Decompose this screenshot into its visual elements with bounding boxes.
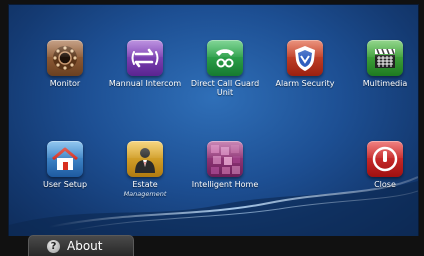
- multimedia-tile: [367, 40, 403, 76]
- manager-icon: [135, 148, 155, 173]
- transfer-arrows-icon: [131, 48, 159, 68]
- desktop-panel: Monitor Mannual Intercom Direct Call Gua…: [8, 4, 419, 238]
- mosaic-icon: [211, 145, 240, 174]
- close-tile: [367, 141, 403, 177]
- intelligent-home-tile: [207, 141, 243, 177]
- monitor-tile: [47, 40, 83, 76]
- monitor-label: Monitor: [49, 79, 81, 88]
- power-icon: [372, 146, 398, 172]
- about-tab[interactable]: ? About: [28, 235, 134, 256]
- estate-management-tile: [127, 141, 163, 177]
- handset-icon: [216, 49, 234, 68]
- direct-call-label: Direct Call Guard Unit: [190, 79, 260, 97]
- about-label: About: [67, 239, 103, 253]
- alarm-security-label: Alarm Security: [275, 79, 335, 88]
- clapperboard-icon: [375, 48, 395, 68]
- multimedia-label: Multimedia: [362, 79, 408, 88]
- direct-call-tile: [207, 40, 243, 76]
- camera-lens-icon: [53, 46, 77, 70]
- estate-label: Estate: [132, 180, 158, 189]
- user-setup-label: User Setup: [42, 180, 88, 189]
- intelligent-home-label: Intelligent Home: [191, 180, 259, 189]
- screen: Monitor Mannual Intercom Direct Call Gua…: [0, 0, 424, 256]
- house-icon: [52, 147, 78, 170]
- alarm-security-tile: [287, 40, 323, 76]
- user-setup-tile: [47, 141, 83, 177]
- shield-icon: [295, 46, 315, 71]
- close-label: Close: [374, 180, 396, 189]
- management-sublabel: Management: [123, 189, 167, 198]
- estate-management-label: Estate Management: [105, 180, 185, 198]
- help-icon: ?: [47, 240, 60, 253]
- manual-intercom-label: Mannual Intercom: [108, 79, 182, 88]
- manual-intercom-tile: [127, 40, 163, 76]
